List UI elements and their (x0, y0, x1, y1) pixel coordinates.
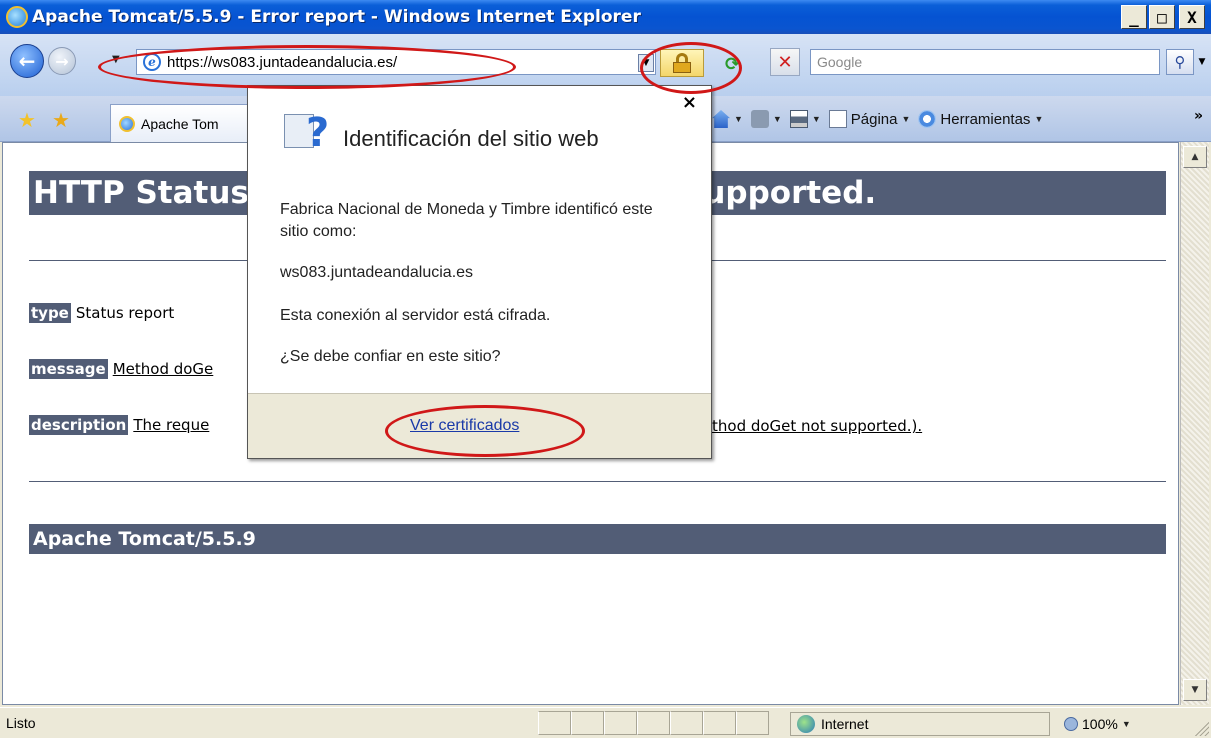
popup-close-icon[interactable]: × (682, 92, 697, 113)
search-input[interactable]: Google (810, 49, 1160, 75)
back-button[interactable]: ← (10, 44, 44, 78)
minimize-button[interactable]: _ (1121, 5, 1147, 29)
message-row: message Method doGe (29, 359, 213, 379)
page-ie-icon: e (143, 53, 161, 71)
address-url[interactable]: https://ws083.juntadeandalucia.es/ (167, 54, 397, 71)
scroll-down-icon[interactable]: ▼ (1183, 679, 1207, 701)
divider-bottom (29, 481, 1166, 482)
zone-label: Internet (821, 716, 869, 732)
search-button[interactable]: ⚲ (1166, 49, 1194, 75)
description-value: The reque (133, 416, 210, 434)
vertical-scrollbar[interactable]: ▲ ▼ (1180, 142, 1209, 705)
scroll-up-icon[interactable]: ▲ (1183, 146, 1207, 168)
command-bar: ▼ ▼ ▼ Página ▼ Herramientas ▼ (712, 104, 1043, 134)
server-footer-heading: Apache Tomcat/5.5.9 (29, 524, 1166, 554)
title-bar: Apache Tomcat/5.5.9 - Error report - Win… (0, 0, 1211, 34)
status-bar: Listo Internet 100% ▼ (0, 707, 1211, 738)
zoom-control[interactable]: 100% ▼ (1060, 712, 1180, 736)
search-options-dropdown-icon[interactable]: ▼ (1196, 49, 1208, 75)
message-value: Method doGe (112, 360, 214, 378)
tab-apache-tomcat[interactable]: Apache Tom (110, 104, 250, 142)
security-lock-button[interactable] (660, 49, 704, 77)
type-value: Status report (75, 304, 175, 322)
status-text: Listo (6, 715, 36, 731)
page-icon (828, 110, 847, 128)
close-window-button[interactable]: X (1179, 5, 1205, 29)
favorites-star-icon[interactable]: ★ (18, 108, 36, 132)
stop-button[interactable]: ✕ (770, 48, 800, 76)
popup-title: Identificación del sitio web (343, 126, 599, 151)
ie-logo-icon (6, 6, 28, 28)
feed-icon (750, 110, 769, 128)
tab-label: Apache Tom (141, 115, 219, 132)
type-label: type (29, 303, 71, 323)
history-dropdown-icon[interactable]: ▼ (112, 54, 120, 65)
status-cells (538, 711, 769, 735)
description-tail: thod doGet not supported.). (712, 417, 923, 435)
view-certificates-link[interactable]: Ver certificados (410, 417, 519, 435)
tools-menu-label: Herramientas (940, 110, 1031, 128)
encrypted-text: Esta conexión al servidor está cifrada. (280, 307, 551, 324)
message-label: message (29, 359, 108, 379)
forward-button[interactable]: → (48, 47, 76, 75)
address-bar[interactable]: e https://ws083.juntadeandalucia.es/ (136, 49, 656, 75)
page-menu-label: Página (850, 110, 898, 128)
zoom-dropdown-icon[interactable]: ▼ (1122, 719, 1131, 729)
site-name: ws083.juntadeandalucia.es (280, 264, 474, 281)
security-zone[interactable]: Internet (790, 712, 1050, 736)
site-info-question-icon: ? (284, 110, 332, 158)
window-title: Apache Tomcat/5.5.9 - Error report - Win… (32, 7, 641, 27)
feeds-button[interactable]: ▼ (750, 110, 782, 128)
tools-gear-icon (918, 110, 937, 128)
tab-ie-icon (119, 115, 135, 132)
type-row: type Status report (29, 303, 174, 323)
page-menu-button[interactable]: Página ▼ (828, 110, 910, 128)
zoom-level: 100% (1082, 716, 1118, 732)
tools-menu-button[interactable]: Herramientas ▼ (918, 110, 1043, 128)
maximize-button[interactable]: □ (1149, 5, 1175, 29)
lock-icon (673, 53, 691, 73)
print-icon (789, 110, 808, 128)
globe-icon (797, 715, 815, 733)
ie-window: Apache Tomcat/5.5.9 - Error report - Win… (0, 0, 1211, 738)
window-controls: _ □ X (1121, 5, 1205, 29)
home-icon (712, 110, 730, 128)
address-dropdown-icon[interactable]: ▼ (638, 54, 654, 72)
trust-question: ¿Se debe confiar en este sitio? (280, 348, 501, 365)
more-chevron-icon[interactable]: » (1194, 108, 1203, 124)
print-button[interactable]: ▼ (789, 110, 821, 128)
heading-right: supported. (684, 175, 877, 211)
issuer-text: Fabrica Nacional de Moneda y Timbre iden… (280, 201, 653, 240)
description-label: description (29, 415, 129, 435)
popup-footer: Ver certificados (248, 393, 711, 458)
site-identification-popup: × ? Identificación del sitio web Fabrica… (247, 85, 712, 459)
refresh-icon[interactable]: ⟳ (725, 54, 740, 75)
add-favorites-icon[interactable]: ★ (52, 108, 70, 132)
resize-grip-icon[interactable] (1193, 720, 1209, 736)
description-row: description The reque (29, 415, 209, 435)
zoom-icon (1064, 717, 1078, 731)
home-button[interactable]: ▼ (712, 110, 743, 128)
heading-left: HTTP Status (33, 175, 249, 211)
search-icon: ⚲ (1174, 53, 1186, 71)
